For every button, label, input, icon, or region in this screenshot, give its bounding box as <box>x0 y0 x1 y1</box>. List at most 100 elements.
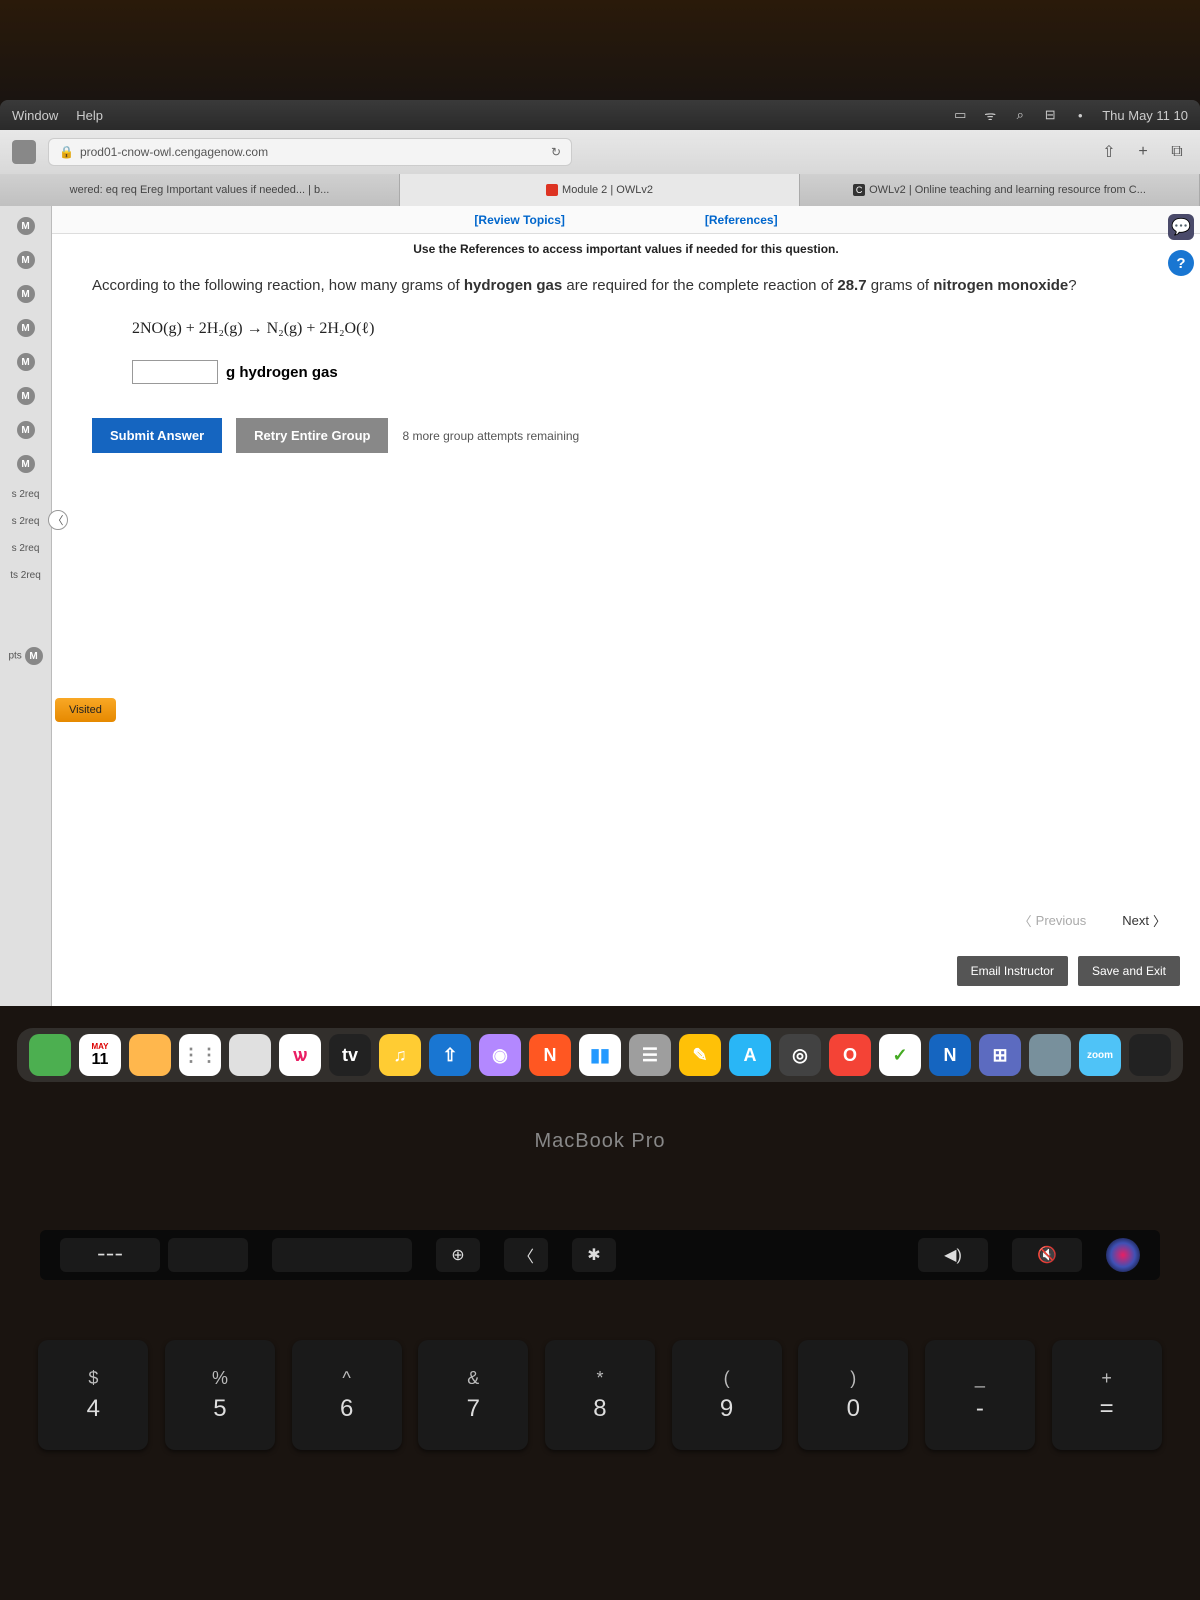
dock-app-icon[interactable]: tv <box>329 1034 371 1076</box>
sidebar-item[interactable]: M <box>0 214 51 238</box>
help-icon[interactable]: ? <box>1168 250 1194 276</box>
dock-app-icon[interactable]: A <box>729 1034 771 1076</box>
chat-icon[interactable]: 💬 <box>1168 214 1194 240</box>
battery-icon[interactable]: ▭ <box>952 107 968 123</box>
dock-app-icon[interactable]: N <box>929 1034 971 1076</box>
dock-app-icon[interactable]: ѡ <box>279 1034 321 1076</box>
status-m-icon: M <box>17 285 35 303</box>
touchbar-volume-icon[interactable]: ◀) <box>918 1238 988 1272</box>
touch-bar: ━ ━ ━ ⊕ 〈 ✱ ◀) 🔇 <box>40 1230 1160 1280</box>
status-m-icon: M <box>17 319 35 337</box>
reload-icon[interactable]: ↻ <box>551 145 561 159</box>
save-exit-button[interactable]: Save and Exit <box>1078 956 1180 986</box>
references-link[interactable]: [References] <box>705 213 778 227</box>
siri-icon[interactable] <box>1106 1238 1140 1272</box>
email-instructor-button[interactable]: Email Instructor <box>957 956 1068 986</box>
browser-tab[interactable]: Module 2 | OWLv2 <box>400 174 800 206</box>
sidebar-item[interactable]: M <box>0 418 51 442</box>
menu-help[interactable]: Help <box>76 108 103 123</box>
next-button[interactable]: Next〉 <box>1108 905 1180 936</box>
keyboard-key[interactable]: %5 <box>165 1340 275 1450</box>
keyboard-key[interactable]: )0 <box>798 1340 908 1450</box>
sidebar-item[interactable]: s 2req <box>0 486 51 503</box>
dock-app-icon[interactable]: ☰ <box>629 1034 671 1076</box>
chemical-equation: 2NO(g) + 2H₂(g) → N₂(g) + 2H₂O(ℓ) <box>52 308 1200 350</box>
status-m-icon: M <box>25 647 43 665</box>
touchbar-back-icon[interactable]: 〈 <box>504 1238 548 1272</box>
dock-app-icon[interactable]: ✎ <box>679 1034 721 1076</box>
control-center-icon[interactable]: ⊟ <box>1042 107 1058 123</box>
collapse-sidebar-icon[interactable]: 〈 <box>48 510 68 530</box>
keyboard-key[interactable]: *8 <box>545 1340 655 1450</box>
touchbar-mute-icon[interactable]: 🔇 <box>1012 1238 1082 1272</box>
visited-badge: Visited <box>55 698 116 722</box>
dock-app-icon[interactable]: ♫ <box>379 1034 421 1076</box>
favicon-icon <box>546 184 558 196</box>
touchbar-add-icon[interactable]: ⊕ <box>436 1238 480 1272</box>
touchbar-slider[interactable] <box>272 1238 412 1272</box>
dock-app-icon[interactable]: ◉ <box>479 1034 521 1076</box>
dock-app-icon[interactable] <box>1129 1034 1171 1076</box>
sidebar-pts[interactable]: pts M <box>0 644 51 668</box>
url-text: prod01-cnow-owl.cengagenow.com <box>80 145 268 159</box>
dock-app-icon[interactable]: MAY11 <box>79 1034 121 1076</box>
question-text: According to the following reaction, how… <box>52 264 1200 308</box>
dock-app-icon[interactable]: O <box>829 1034 871 1076</box>
dock-app-icon[interactable]: ⇧ <box>429 1034 471 1076</box>
review-topics-link[interactable]: [Review Topics] <box>474 213 564 227</box>
menu-window[interactable]: Window <box>12 108 58 123</box>
answer-input[interactable] <box>132 360 218 384</box>
sidebar-item[interactable]: M <box>0 248 51 272</box>
status-m-icon: M <box>17 353 35 371</box>
tabs-icon[interactable]: ⧉ <box>1166 141 1188 163</box>
attempts-remaining: 8 more group attempts remaining <box>402 429 579 443</box>
dock-app-icon[interactable]: N <box>529 1034 571 1076</box>
menubar-clock[interactable]: Thu May 11 10 <box>1102 108 1188 123</box>
assignment-sidebar: M M M M M M M M s 2req s 2req s 2req ts … <box>0 206 52 1006</box>
retry-button[interactable]: Retry Entire Group <box>236 418 388 453</box>
browser-tab[interactable]: wered: eq req Ereg Important values if n… <box>0 174 400 206</box>
laptop-label: MacBook Pro <box>0 1130 1200 1153</box>
status-m-icon: M <box>17 217 35 235</box>
submit-button[interactable]: Submit Answer <box>92 418 222 453</box>
instruction-text: Use the References to access important v… <box>52 234 1200 264</box>
sidebar-item[interactable]: M <box>0 282 51 306</box>
dock-app-icon[interactable]: ◎ <box>779 1034 821 1076</box>
sidebar-item[interactable]: M <box>0 316 51 340</box>
sidebar-toggle-icon[interactable] <box>12 140 36 164</box>
dock-app-icon[interactable]: ▮▮ <box>579 1034 621 1076</box>
sidebar-item[interactable]: ts 2req <box>0 567 51 584</box>
sidebar-item[interactable]: M <box>0 350 51 374</box>
keyboard-key[interactable]: _- <box>925 1340 1035 1450</box>
answer-unit: g hydrogen gas <box>226 364 338 381</box>
browser-tab[interactable]: COWLv2 | Online teaching and learning re… <box>800 174 1200 206</box>
dock-app-icon[interactable] <box>1029 1034 1071 1076</box>
dot-icon: • <box>1072 107 1088 123</box>
previous-button[interactable]: 〈Previous <box>1005 905 1101 936</box>
new-tab-icon[interactable]: + <box>1132 141 1154 163</box>
sidebar-item[interactable]: M <box>0 384 51 408</box>
touchbar-button[interactable]: ━ ━ ━ <box>60 1238 160 1272</box>
dock-app-icon[interactable]: ⋮⋮ <box>179 1034 221 1076</box>
touchbar-button[interactable] <box>168 1238 248 1272</box>
dock-app-icon[interactable]: ⊞ <box>979 1034 1021 1076</box>
dock-app-icon[interactable] <box>129 1034 171 1076</box>
keyboard-key[interactable]: &7 <box>418 1340 528 1450</box>
sidebar-item[interactable]: s 2req <box>0 513 51 530</box>
status-m-icon: M <box>17 387 35 405</box>
dock-app-icon[interactable] <box>229 1034 271 1076</box>
search-icon[interactable]: ⌕ <box>1012 107 1028 123</box>
keyboard-key[interactable]: ^6 <box>292 1340 402 1450</box>
address-bar[interactable]: 🔒 prod01-cnow-owl.cengagenow.com ↻ <box>48 138 572 166</box>
wifi-icon[interactable]: ᯤ <box>982 107 998 123</box>
touchbar-brightness-icon[interactable]: ✱ <box>572 1238 616 1272</box>
share-icon[interactable]: ⇧ <box>1098 141 1120 163</box>
keyboard-key[interactable]: $4 <box>38 1340 148 1450</box>
keyboard-key[interactable]: (9 <box>672 1340 782 1450</box>
dock-app-icon[interactable]: zoom <box>1079 1034 1121 1076</box>
dock-app-icon[interactable] <box>29 1034 71 1076</box>
dock-app-icon[interactable]: ✓ <box>879 1034 921 1076</box>
sidebar-item[interactable]: M <box>0 452 51 476</box>
sidebar-item[interactable]: s 2req <box>0 540 51 557</box>
keyboard-key[interactable]: += <box>1052 1340 1162 1450</box>
